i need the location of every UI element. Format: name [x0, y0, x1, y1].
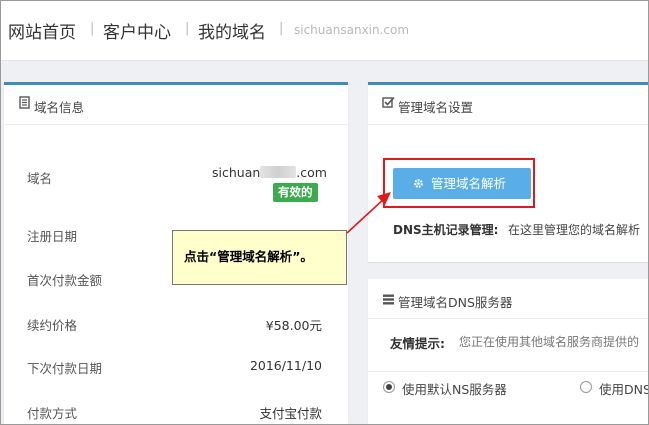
pointer-arrow-icon [346, 192, 391, 234]
manage-settings-title: 管理域名设置 [398, 100, 474, 115]
next-payment-date-label: 下次付款日期 [27, 361, 103, 376]
dns-servers-header: 管理域名DNS服务器 [368, 279, 648, 319]
dns-record-title: DNS主机记录管理: [393, 223, 499, 237]
breadcrumb-home-link[interactable]: 网站首页 [8, 18, 76, 43]
checkbox-edit-icon [382, 96, 395, 108]
breadcrumb-separator: | [185, 21, 190, 36]
domain-info-header: 域名信息 [4, 85, 348, 125]
next-payment-date-value: 2016/11/10 [249, 358, 322, 373]
registration-date-label: 注册日期 [27, 229, 78, 244]
dns-record-desc: 在这里管理您的域名解析 [508, 223, 641, 237]
custom-dns-radio[interactable] [580, 381, 592, 393]
domain-value: sichuan .com [212, 165, 327, 180]
domain-info-title: 域名信息 [34, 100, 85, 115]
breadcrumb-client-center-link[interactable]: 客户中心 [103, 18, 171, 43]
breadcrumb-separator: | [90, 21, 95, 36]
server-list-icon [383, 294, 394, 305]
instruction-callout: 点击“管理域名解析”。 [172, 230, 347, 285]
default-ns-radio[interactable] [383, 381, 395, 393]
redacted-text [260, 166, 297, 178]
status-badge: 有效的 [273, 183, 318, 202]
divider [368, 371, 648, 372]
document-icon [19, 96, 30, 109]
breadcrumb: 网站首页 | 客户中心 | 我的域名 | sichuansanxin.com [1, 1, 648, 61]
domain-value-prefix: sichuan [212, 165, 261, 180]
domain-value-suffix: .com [296, 165, 327, 180]
instruction-callout-text: 点击“管理域名解析”。 [184, 249, 313, 264]
manage-settings-header: 管理域名设置 [368, 85, 648, 125]
breadcrumb-my-domains: 我的域名 [198, 23, 266, 43]
renewal-price-label: 续约价格 [27, 318, 78, 333]
dns-servers-panel: 管理域名DNS服务器 [368, 279, 648, 424]
payment-method-value: 支付宝付款 [259, 406, 322, 421]
highlight-box [383, 158, 535, 208]
screenshot-frame: 网站首页 | 客户中心 | 我的域名 | sichuansanxin.com 域… [0, 0, 649, 425]
default-ns-label: 使用默认NS服务器 [402, 382, 507, 397]
renewal-price-value: ¥58.00元 [265, 318, 322, 333]
domain-label: 域名 [27, 171, 53, 186]
breadcrumb-domain-name: sichuansanxin.com [294, 23, 410, 37]
tip-text: 您正在使用其他域名服务商提供的 [459, 335, 640, 349]
dns-servers-title: 管理域名DNS服务器 [398, 295, 513, 310]
first-payment-label: 首次付款金额 [27, 273, 103, 288]
payment-method-label: 付款方式 [27, 406, 78, 421]
custom-dns-label: 使用DNS [599, 382, 649, 397]
breadcrumb-separator: | [279, 21, 284, 36]
tip-label: 友情提示: [390, 336, 445, 351]
